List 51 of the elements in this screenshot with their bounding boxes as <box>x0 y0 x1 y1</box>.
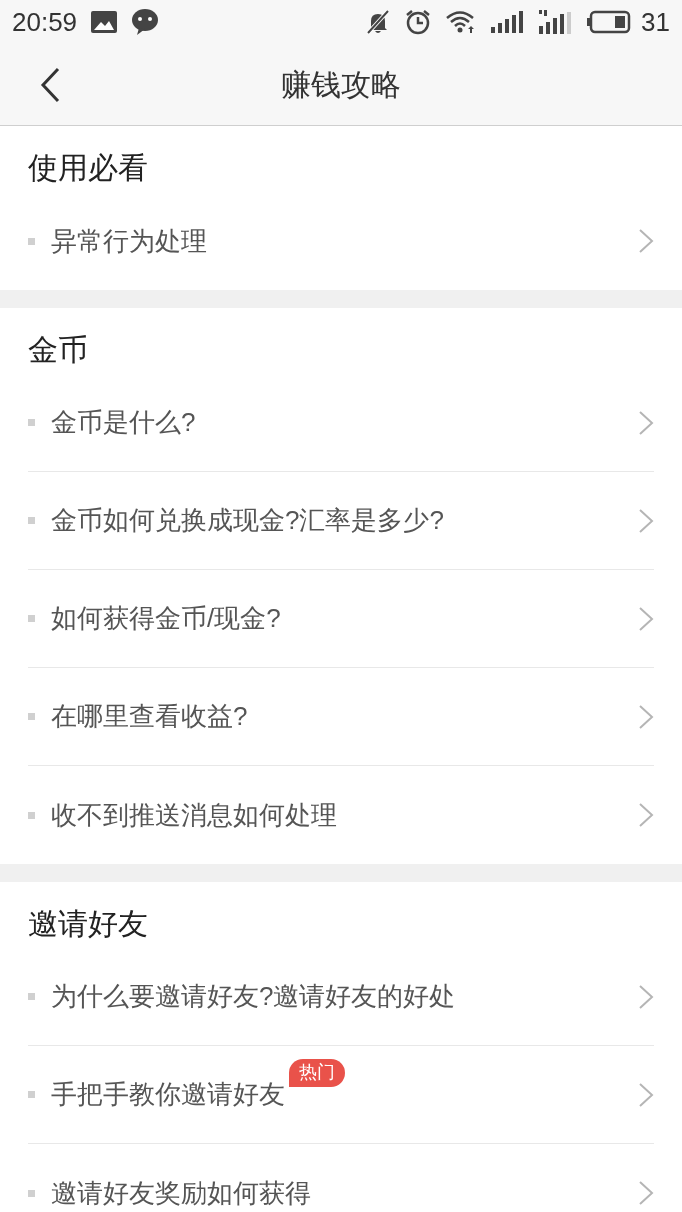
item-text: 在哪里查看收益? <box>51 700 248 733</box>
bullet-icon <box>28 237 35 245</box>
item-text: 收不到推送消息如何处理 <box>51 798 337 832</box>
bullet-icon <box>28 419 35 426</box>
section-title: 邀请好友 <box>28 906 148 942</box>
bullet-icon <box>28 993 35 1000</box>
battery-level: 31 <box>641 5 670 39</box>
chevron-right-icon <box>638 983 654 1010</box>
bullet-icon <box>28 1091 35 1098</box>
item-text: 异常行为处理 <box>51 224 207 258</box>
faq-item[interactable]: 如何获得金币/现金? <box>28 570 654 668</box>
battery-icon <box>587 10 632 34</box>
faq-item[interactable]: 金币如何兑换成现金?汇率是多少? <box>28 472 654 570</box>
faq-item[interactable]: 收不到推送消息如何处理 <box>28 766 654 864</box>
bullet-icon <box>28 615 35 622</box>
chevron-right-icon <box>638 228 654 254</box>
chevron-right-icon <box>638 605 654 632</box>
faq-item[interactable]: 为什么要邀请好友?邀请好友的好处 <box>28 948 654 1046</box>
bell-off-icon <box>365 9 392 35</box>
faq-item[interactable]: 金币是什么? <box>28 374 654 472</box>
chevron-right-icon <box>638 1180 654 1206</box>
hot-badge: 热门 <box>289 1058 345 1087</box>
item-text: 手把手教你邀请好友 <box>51 1078 285 1111</box>
chat-bubble-icon <box>131 9 160 35</box>
status-time: 20:59 <box>12 5 78 39</box>
chevron-right-icon <box>638 409 654 436</box>
bullet-icon <box>28 1189 35 1197</box>
section-title: 金币 <box>28 332 88 368</box>
bullet-icon <box>28 811 35 819</box>
bullet-icon <box>28 713 35 720</box>
signal-icon <box>491 11 526 33</box>
bullet-icon <box>28 517 35 524</box>
item-text: 为什么要邀请好友?邀请好友的好处 <box>51 980 456 1013</box>
chevron-right-icon <box>638 802 654 828</box>
signal-4g-icon <box>539 10 574 34</box>
back-icon <box>40 66 60 103</box>
faq-item[interactable]: 邀请好友奖励如何获得 <box>28 1144 654 1212</box>
faq-item[interactable]: 手把手教你邀请好友 热门 <box>28 1046 654 1144</box>
image-icon <box>91 11 118 33</box>
item-text: 邀请好友奖励如何获得 <box>51 1176 311 1210</box>
page-title: 赚钱攻略 <box>281 67 401 103</box>
section-title: 使用必看 <box>28 150 148 186</box>
item-text: 如何获得金币/现金? <box>51 602 281 635</box>
faq-item[interactable]: 异常行为处理 <box>28 192 654 290</box>
chevron-right-icon <box>638 507 654 534</box>
faq-item[interactable]: 在哪里查看收益? <box>28 668 654 766</box>
alarm-clock-icon <box>405 9 432 35</box>
item-text: 金币是什么? <box>51 406 196 439</box>
chevron-right-icon <box>638 1081 654 1108</box>
chevron-right-icon <box>638 703 654 730</box>
item-text: 金币如何兑换成现金?汇率是多少? <box>51 504 444 537</box>
